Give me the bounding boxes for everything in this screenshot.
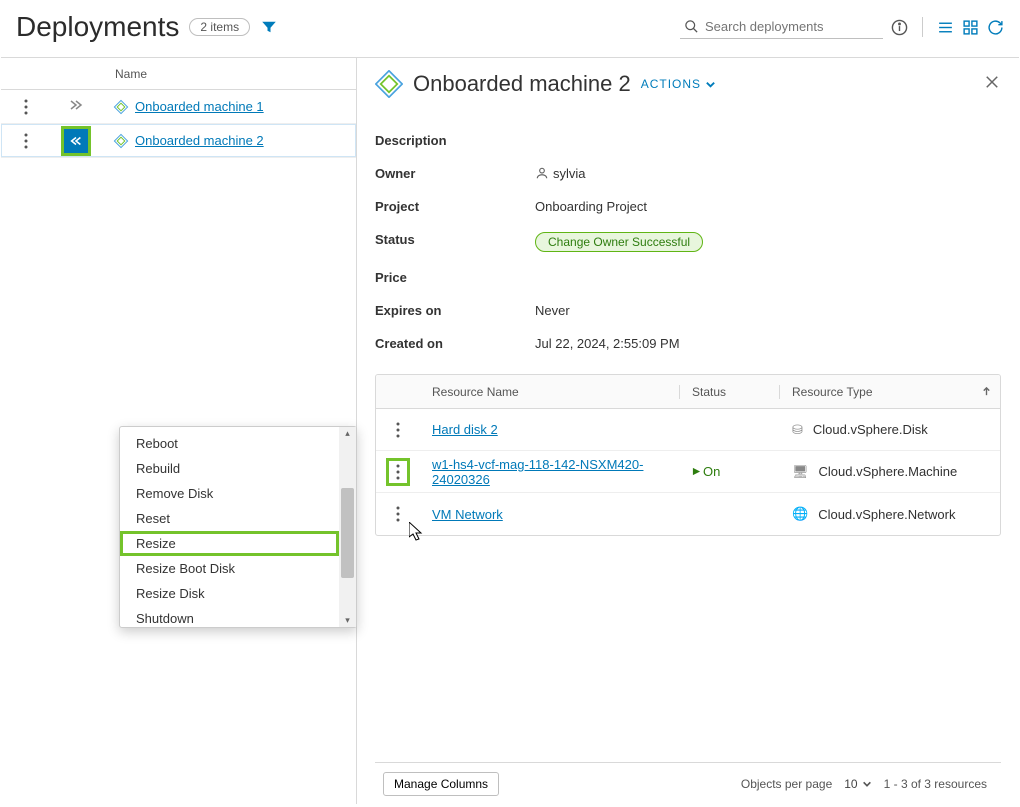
- table-footer: Manage Columns Objects per page 10 1 - 3…: [375, 762, 1001, 804]
- objects-per-page-label: Objects per page: [741, 777, 832, 791]
- label-description: Description: [375, 133, 535, 148]
- resource-actions-icon[interactable]: [396, 506, 400, 522]
- menu-item-remove-disk[interactable]: Remove Disk: [120, 481, 339, 506]
- resource-row[interactable]: Hard disk 2 ⛁ Cloud.vSphere.Disk: [376, 409, 1000, 451]
- context-menu: Reboot Rebuild Remove Disk Reset Resize …: [119, 426, 357, 628]
- search-icon: [684, 19, 699, 34]
- properties: Description Ownersylvia ProjectOnboardin…: [375, 124, 1001, 360]
- value-price: [535, 270, 1001, 285]
- status-badge: Change Owner Successful: [535, 232, 703, 252]
- menu-item-resize[interactable]: Resize: [120, 531, 339, 556]
- menu-item-shutdown[interactable]: Shutdown: [120, 606, 339, 627]
- actions-label: ACTIONS: [641, 77, 701, 91]
- resource-type: Cloud.vSphere.Machine: [819, 464, 958, 479]
- menu-item-resize-boot-disk[interactable]: Resize Boot Disk: [120, 556, 339, 581]
- manage-columns-button[interactable]: Manage Columns: [383, 772, 499, 796]
- page-title: Deployments: [16, 11, 179, 43]
- menu-item-reboot[interactable]: Reboot: [120, 431, 339, 456]
- resource-link[interactable]: Hard disk 2: [432, 422, 498, 437]
- row-actions-icon[interactable]: [24, 99, 28, 115]
- value-owner: sylvia: [535, 166, 1001, 181]
- value-description: [535, 133, 1001, 148]
- item-count-badge: 2 items: [189, 18, 250, 36]
- menu-item-reset[interactable]: Reset: [120, 506, 339, 531]
- page-header: Deployments 2 items: [1, 1, 1019, 57]
- deployment-icon-large: [375, 70, 403, 98]
- network-icon: 🌐: [792, 506, 808, 522]
- menu-item-resize-disk[interactable]: Resize Disk: [120, 581, 339, 606]
- list-view-icon[interactable]: [937, 19, 954, 36]
- expand-icon[interactable]: [68, 99, 84, 114]
- search-field[interactable]: [680, 15, 883, 39]
- chevron-down-icon: [862, 779, 872, 789]
- row-actions-icon[interactable]: [24, 133, 28, 149]
- value-expires: Never: [535, 303, 1001, 318]
- divider: [922, 17, 923, 37]
- resource-type: Cloud.vSphere.Network: [818, 507, 955, 522]
- actions-dropdown[interactable]: ACTIONS: [641, 77, 716, 91]
- list-header: Name: [1, 58, 356, 90]
- chevron-down-icon: [705, 79, 716, 90]
- label-price: Price: [375, 270, 535, 285]
- label-project: Project: [375, 199, 535, 214]
- deployment-row-selected[interactable]: Onboarded machine 2: [1, 124, 356, 158]
- value-project: Onboarding Project: [535, 199, 1001, 214]
- value-created: Jul 22, 2024, 2:55:09 PM: [535, 336, 1001, 351]
- grid-view-icon[interactable]: [962, 19, 979, 36]
- resource-link[interactable]: VM Network: [432, 507, 503, 522]
- detail-pane: Onboarded machine 2 ACTIONS Description …: [357, 58, 1019, 804]
- status-on: On: [692, 464, 780, 479]
- deployment-link[interactable]: Onboarded machine 1: [135, 99, 264, 114]
- col-resource-type[interactable]: Resource Type: [780, 385, 1000, 399]
- pagination-range: 1 - 3 of 3 resources: [884, 777, 987, 791]
- scrollbar[interactable]: ▴ ▾: [339, 427, 356, 627]
- play-icon: [692, 467, 701, 476]
- close-icon[interactable]: [983, 73, 1001, 96]
- resource-table: Resource Name Status Resource Type Hard …: [375, 374, 1001, 536]
- info-icon[interactable]: [891, 19, 908, 36]
- label-expires: Expires on: [375, 303, 535, 318]
- disk-icon: ⛁: [792, 422, 803, 438]
- search-input[interactable]: [699, 17, 879, 36]
- resource-row[interactable]: VM Network 🌐 Cloud.vSphere.Network: [376, 493, 1000, 535]
- resource-actions-icon-highlighted[interactable]: [388, 460, 408, 484]
- menu-item-rebuild[interactable]: Rebuild: [120, 456, 339, 481]
- filter-icon[interactable]: [260, 18, 278, 36]
- resource-table-header: Resource Name Status Resource Type: [376, 375, 1000, 409]
- sort-arrow-icon: [981, 386, 992, 397]
- detail-title: Onboarded machine 2: [413, 71, 631, 97]
- col-status[interactable]: Status: [680, 385, 780, 399]
- collapse-icon[interactable]: [63, 128, 89, 154]
- scroll-down-icon[interactable]: ▾: [345, 616, 350, 625]
- label-owner: Owner: [375, 166, 535, 181]
- col-resource-name[interactable]: Resource Name: [420, 385, 680, 399]
- resource-row[interactable]: w1-hs4-vcf-mag-118-142-NSXM420-24020326 …: [376, 451, 1000, 493]
- scroll-up-icon[interactable]: ▴: [345, 429, 350, 438]
- col-name-header: Name: [101, 67, 356, 81]
- scroll-thumb[interactable]: [341, 488, 354, 578]
- refresh-icon[interactable]: [987, 19, 1004, 36]
- deployment-icon: [113, 133, 129, 149]
- resource-type: Cloud.vSphere.Disk: [813, 422, 928, 437]
- per-page-selector[interactable]: 10: [844, 777, 871, 791]
- deployment-icon: [113, 99, 129, 115]
- label-status: Status: [375, 232, 535, 252]
- deployment-link[interactable]: Onboarded machine 2: [135, 133, 264, 148]
- resource-actions-icon[interactable]: [396, 422, 400, 438]
- server-icon: 🖥: [792, 464, 809, 480]
- resource-link[interactable]: w1-hs4-vcf-mag-118-142-NSXM420-24020326: [432, 457, 643, 487]
- label-created: Created on: [375, 336, 535, 351]
- user-icon: [535, 166, 549, 180]
- deployment-row[interactable]: Onboarded machine 1: [1, 90, 356, 124]
